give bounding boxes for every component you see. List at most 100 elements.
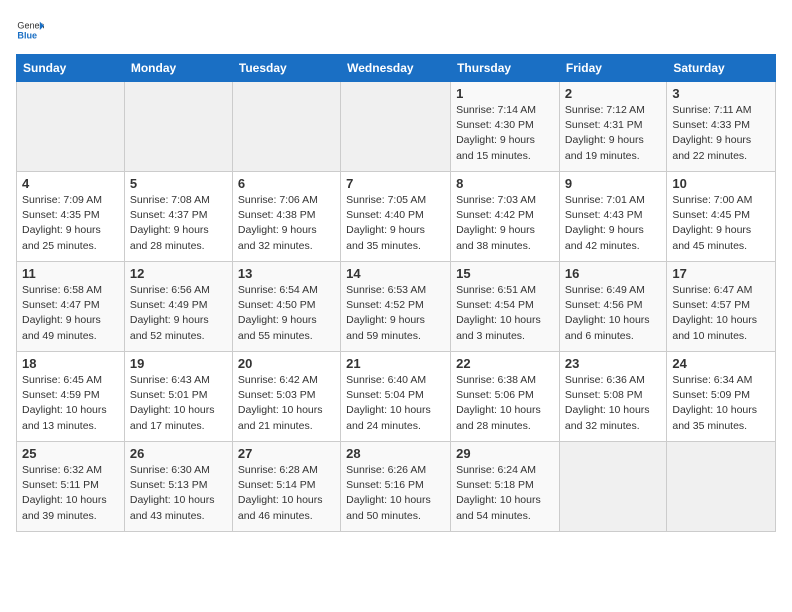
day-number: 26 bbox=[130, 446, 227, 461]
calendar-cell: 24 Sunrise: 6:34 AM Sunset: 5:09 PM Dayli… bbox=[667, 352, 776, 442]
week-row-1: 4 Sunrise: 7:09 AM Sunset: 4:35 PM Daylig… bbox=[17, 172, 776, 262]
day-info: Sunrise: 7:08 AM Sunset: 4:37 PM Dayligh… bbox=[130, 193, 227, 254]
calendar-cell: 28 Sunrise: 6:26 AM Sunset: 5:16 PM Dayli… bbox=[341, 442, 451, 532]
day-number: 29 bbox=[456, 446, 554, 461]
day-info: Sunrise: 6:45 AM Sunset: 4:59 PM Dayligh… bbox=[22, 373, 119, 434]
day-number: 25 bbox=[22, 446, 119, 461]
calendar-body: 1 Sunrise: 7:14 AM Sunset: 4:30 PM Daylig… bbox=[17, 82, 776, 532]
col-header-monday: Monday bbox=[124, 55, 232, 82]
calendar-cell bbox=[232, 82, 340, 172]
calendar-table: SundayMondayTuesdayWednesdayThursdayFrid… bbox=[16, 54, 776, 532]
day-number: 6 bbox=[238, 176, 335, 191]
calendar-cell: 10 Sunrise: 7:00 AM Sunset: 4:45 PM Dayli… bbox=[667, 172, 776, 262]
day-info: Sunrise: 7:03 AM Sunset: 4:42 PM Dayligh… bbox=[456, 193, 554, 254]
col-header-wednesday: Wednesday bbox=[341, 55, 451, 82]
day-info: Sunrise: 6:58 AM Sunset: 4:47 PM Dayligh… bbox=[22, 283, 119, 344]
day-info: Sunrise: 6:36 AM Sunset: 5:08 PM Dayligh… bbox=[565, 373, 661, 434]
day-info: Sunrise: 7:06 AM Sunset: 4:38 PM Dayligh… bbox=[238, 193, 335, 254]
calendar-cell bbox=[341, 82, 451, 172]
day-number: 11 bbox=[22, 266, 119, 281]
day-number: 23 bbox=[565, 356, 661, 371]
col-header-tuesday: Tuesday bbox=[232, 55, 340, 82]
day-info: Sunrise: 6:24 AM Sunset: 5:18 PM Dayligh… bbox=[456, 463, 554, 524]
day-number: 7 bbox=[346, 176, 445, 191]
day-number: 27 bbox=[238, 446, 335, 461]
day-info: Sunrise: 6:51 AM Sunset: 4:54 PM Dayligh… bbox=[456, 283, 554, 344]
week-row-4: 25 Sunrise: 6:32 AM Sunset: 5:11 PM Dayli… bbox=[17, 442, 776, 532]
svg-text:Blue: Blue bbox=[17, 30, 37, 40]
calendar-cell: 9 Sunrise: 7:01 AM Sunset: 4:43 PM Daylig… bbox=[559, 172, 666, 262]
day-number: 9 bbox=[565, 176, 661, 191]
calendar-cell: 11 Sunrise: 6:58 AM Sunset: 4:47 PM Dayli… bbox=[17, 262, 125, 352]
calendar-cell: 23 Sunrise: 6:36 AM Sunset: 5:08 PM Dayli… bbox=[559, 352, 666, 442]
day-number: 18 bbox=[22, 356, 119, 371]
day-number: 15 bbox=[456, 266, 554, 281]
calendar-cell bbox=[124, 82, 232, 172]
calendar-header-row: SundayMondayTuesdayWednesdayThursdayFrid… bbox=[17, 55, 776, 82]
calendar-cell: 20 Sunrise: 6:42 AM Sunset: 5:03 PM Dayli… bbox=[232, 352, 340, 442]
col-header-sunday: Sunday bbox=[17, 55, 125, 82]
day-info: Sunrise: 7:12 AM Sunset: 4:31 PM Dayligh… bbox=[565, 103, 661, 164]
logo-icon: General Blue bbox=[16, 16, 44, 44]
calendar-cell bbox=[667, 442, 776, 532]
calendar-cell: 16 Sunrise: 6:49 AM Sunset: 4:56 PM Dayli… bbox=[559, 262, 666, 352]
day-number: 13 bbox=[238, 266, 335, 281]
calendar-cell: 1 Sunrise: 7:14 AM Sunset: 4:30 PM Daylig… bbox=[451, 82, 560, 172]
day-number: 22 bbox=[456, 356, 554, 371]
day-info: Sunrise: 7:00 AM Sunset: 4:45 PM Dayligh… bbox=[672, 193, 770, 254]
day-info: Sunrise: 7:09 AM Sunset: 4:35 PM Dayligh… bbox=[22, 193, 119, 254]
calendar-cell: 27 Sunrise: 6:28 AM Sunset: 5:14 PM Dayli… bbox=[232, 442, 340, 532]
calendar-cell: 3 Sunrise: 7:11 AM Sunset: 4:33 PM Daylig… bbox=[667, 82, 776, 172]
day-number: 24 bbox=[672, 356, 770, 371]
calendar-cell: 15 Sunrise: 6:51 AM Sunset: 4:54 PM Dayli… bbox=[451, 262, 560, 352]
week-row-0: 1 Sunrise: 7:14 AM Sunset: 4:30 PM Daylig… bbox=[17, 82, 776, 172]
day-info: Sunrise: 6:28 AM Sunset: 5:14 PM Dayligh… bbox=[238, 463, 335, 524]
day-info: Sunrise: 6:26 AM Sunset: 5:16 PM Dayligh… bbox=[346, 463, 445, 524]
week-row-2: 11 Sunrise: 6:58 AM Sunset: 4:47 PM Dayli… bbox=[17, 262, 776, 352]
day-info: Sunrise: 6:30 AM Sunset: 5:13 PM Dayligh… bbox=[130, 463, 227, 524]
calendar-cell: 21Sunrise: 6:40 AM Sunset: 5:04 PM Dayli… bbox=[341, 352, 451, 442]
calendar-cell: 14 Sunrise: 6:53 AM Sunset: 4:52 PM Dayli… bbox=[341, 262, 451, 352]
day-info: Sunrise: 6:53 AM Sunset: 4:52 PM Dayligh… bbox=[346, 283, 445, 344]
logo: General Blue bbox=[16, 16, 44, 44]
day-number: 1 bbox=[456, 86, 554, 101]
day-info: Sunrise: 6:49 AM Sunset: 4:56 PM Dayligh… bbox=[565, 283, 661, 344]
calendar-cell: 25 Sunrise: 6:32 AM Sunset: 5:11 PM Dayli… bbox=[17, 442, 125, 532]
day-info: Sunrise: 6:56 AM Sunset: 4:49 PM Dayligh… bbox=[130, 283, 227, 344]
day-number: 14 bbox=[346, 266, 445, 281]
day-info: Sunrise: 6:34 AM Sunset: 5:09 PM Dayligh… bbox=[672, 373, 770, 434]
day-info: Sunrise: 6:38 AM Sunset: 5:06 PM Dayligh… bbox=[456, 373, 554, 434]
calendar-cell: 8 Sunrise: 7:03 AM Sunset: 4:42 PM Daylig… bbox=[451, 172, 560, 262]
day-number: 2 bbox=[565, 86, 661, 101]
day-number: 19 bbox=[130, 356, 227, 371]
calendar-cell: 13Sunrise: 6:54 AM Sunset: 4:50 PM Dayli… bbox=[232, 262, 340, 352]
day-info: Sunrise: 6:42 AM Sunset: 5:03 PM Dayligh… bbox=[238, 373, 335, 434]
day-number: 28 bbox=[346, 446, 445, 461]
day-info: Sunrise: 7:05 AM Sunset: 4:40 PM Dayligh… bbox=[346, 193, 445, 254]
day-number: 21 bbox=[346, 356, 445, 371]
calendar-cell: 6 Sunrise: 7:06 AM Sunset: 4:38 PM Daylig… bbox=[232, 172, 340, 262]
page-header: General Blue bbox=[16, 16, 776, 44]
calendar-cell: 2 Sunrise: 7:12 AM Sunset: 4:31 PM Daylig… bbox=[559, 82, 666, 172]
day-info: Sunrise: 7:11 AM Sunset: 4:33 PM Dayligh… bbox=[672, 103, 770, 164]
day-number: 12 bbox=[130, 266, 227, 281]
calendar-cell: 26 Sunrise: 6:30 AM Sunset: 5:13 PM Dayli… bbox=[124, 442, 232, 532]
day-info: Sunrise: 6:32 AM Sunset: 5:11 PM Dayligh… bbox=[22, 463, 119, 524]
day-number: 10 bbox=[672, 176, 770, 191]
calendar-cell: 12 Sunrise: 6:56 AM Sunset: 4:49 PM Dayli… bbox=[124, 262, 232, 352]
calendar-cell: 29 Sunrise: 6:24 AM Sunset: 5:18 PM Dayli… bbox=[451, 442, 560, 532]
day-number: 8 bbox=[456, 176, 554, 191]
week-row-3: 18 Sunrise: 6:45 AM Sunset: 4:59 PM Dayli… bbox=[17, 352, 776, 442]
day-number: 16 bbox=[565, 266, 661, 281]
day-number: 17 bbox=[672, 266, 770, 281]
day-info: Sunrise: 7:01 AM Sunset: 4:43 PM Dayligh… bbox=[565, 193, 661, 254]
day-number: 20 bbox=[238, 356, 335, 371]
day-info: Sunrise: 7:14 AM Sunset: 4:30 PM Dayligh… bbox=[456, 103, 554, 164]
day-info: Sunrise: 6:43 AM Sunset: 5:01 PM Dayligh… bbox=[130, 373, 227, 434]
col-header-friday: Friday bbox=[559, 55, 666, 82]
calendar-cell: 19 Sunrise: 6:43 AM Sunset: 5:01 PM Dayli… bbox=[124, 352, 232, 442]
day-number: 4 bbox=[22, 176, 119, 191]
calendar-cell: 7 Sunrise: 7:05 AM Sunset: 4:40 PM Daylig… bbox=[341, 172, 451, 262]
day-number: 3 bbox=[672, 86, 770, 101]
calendar-cell: 4 Sunrise: 7:09 AM Sunset: 4:35 PM Daylig… bbox=[17, 172, 125, 262]
